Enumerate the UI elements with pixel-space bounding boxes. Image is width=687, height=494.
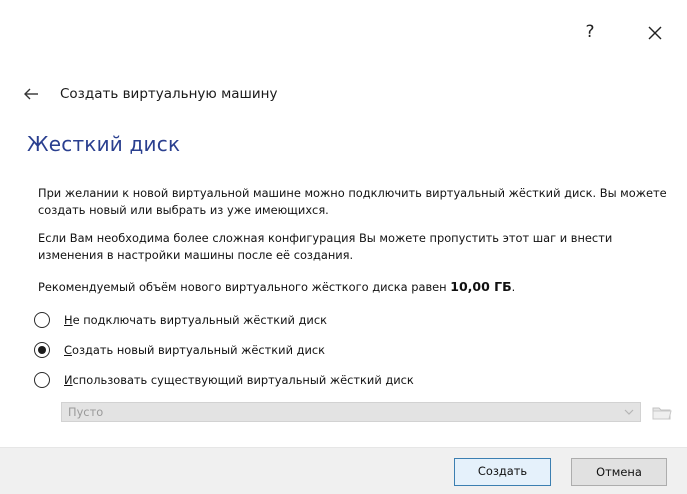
mnemonic-letter: И [64, 373, 73, 387]
wizard-header: Создать виртуальную машину [22, 82, 277, 106]
create-button[interactable]: Создать [454, 458, 551, 486]
folder-icon [652, 407, 672, 420]
radio-use-existing-disk[interactable]: Использовать существующий виртуальный жё… [34, 369, 414, 391]
mnemonic-letter: С [64, 343, 72, 357]
page-title: Жесткий диск [27, 132, 181, 156]
help-button[interactable]: ? [576, 18, 604, 46]
close-icon [648, 26, 662, 40]
cancel-button[interactable]: Отмена [571, 458, 667, 486]
mnemonic-letter: Н [64, 313, 73, 327]
create-vm-dialog: ? Создать виртуальную машину Жесткий дис… [0, 0, 687, 494]
radio-button[interactable] [34, 312, 50, 328]
button-bar: Создать Отмена [0, 447, 687, 494]
radio-create-new-disk[interactable]: Создать новый виртуальный жёсткий диск [34, 339, 325, 361]
description-attach-disk: При желании к новой виртуальной машине м… [38, 186, 667, 217]
existing-disk-select-value: Пусто [68, 405, 104, 419]
radio-button[interactable] [34, 372, 50, 388]
recommended-size-value: 10,00 ГБ [450, 279, 512, 294]
recommended-size-suffix: . [511, 280, 516, 294]
label-text: оздать новый виртуальный жёсткий диск [71, 343, 326, 357]
choose-disk-file-button[interactable] [650, 401, 674, 423]
back-arrow-icon [24, 88, 38, 100]
radio-use-existing-disk-label: Использовать существующий виртуальный жё… [64, 373, 414, 387]
label-text: е подключать виртуальный жёсткий диск [72, 313, 327, 327]
title-bar: ? [0, 0, 687, 64]
existing-disk-select[interactable]: Пусто [61, 402, 641, 422]
radio-create-new-disk-label: Создать новый виртуальный жёсткий диск [64, 343, 325, 357]
close-button[interactable] [640, 18, 670, 48]
radio-no-disk[interactable]: Не подключать виртуальный жёсткий диск [34, 309, 327, 331]
back-button[interactable] [22, 84, 42, 104]
recommended-size-prefix: Рекомендуемый объём нового виртуального … [38, 280, 451, 294]
radio-no-disk-label: Не подключать виртуальный жёсткий диск [64, 313, 327, 327]
wizard-title: Создать виртуальную машину [60, 86, 278, 102]
description-skip-step: Если Вам необходима более сложная конфиг… [38, 231, 613, 262]
radio-button-selected[interactable] [34, 342, 50, 358]
recommended-size-text: Рекомендуемый объём нового виртуального … [38, 278, 678, 296]
label-text: спользовать существующий виртуальный жёс… [72, 373, 414, 387]
chevron-down-icon [624, 409, 634, 415]
